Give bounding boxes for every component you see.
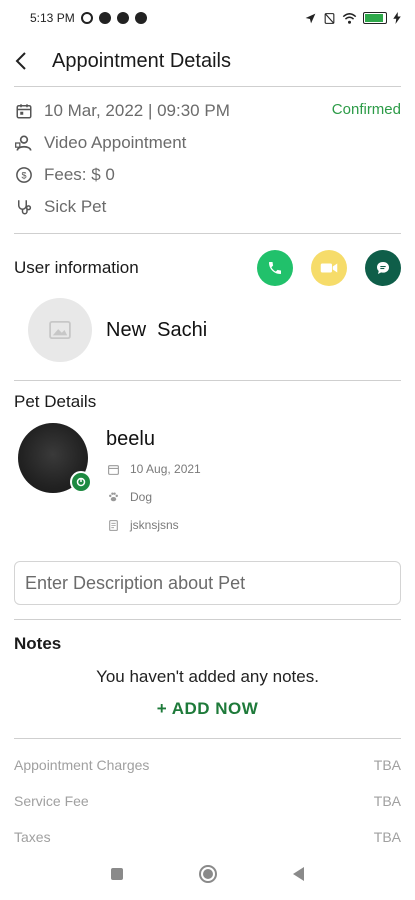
- pet-birthdate: 10 Aug, 2021: [130, 462, 201, 476]
- pet-species: Dog: [130, 490, 153, 504]
- contact-actions: [257, 250, 401, 286]
- charge-label: Service Fee: [14, 793, 89, 809]
- appointment-reason: Sick Pet: [44, 197, 107, 216]
- pet-breed-row: jsknsjsns: [106, 511, 201, 539]
- paw-icon: [106, 490, 120, 504]
- pet-details-title: Pet Details: [14, 392, 97, 411]
- pet-description-input[interactable]: [14, 561, 401, 605]
- app-notification-icon: [134, 12, 147, 24]
- chat-button[interactable]: [365, 250, 401, 286]
- charge-row: Appointment Charges TBA: [14, 747, 401, 783]
- status-left: 5:13 PM: [30, 11, 147, 25]
- charge-value: TBA: [373, 829, 401, 845]
- pet-details-section: Pet Details beelu 10 Aug, 2021 Dog jskns…: [0, 381, 415, 547]
- svg-text:$: $: [21, 170, 26, 180]
- appointment-summary: Confirmed 10 Mar, 2022 | 09:30 PM Video …: [0, 87, 415, 233]
- status-right: [304, 12, 401, 25]
- charge-value: TBA: [373, 793, 401, 809]
- pet-avatar-wrap: [18, 423, 92, 493]
- appointment-datetime: 10 Mar, 2022 | 09:30 PM: [44, 101, 230, 120]
- charge-row: Service Fee TBA: [14, 783, 401, 819]
- page-title: Appointment Details: [52, 49, 231, 72]
- video-call-button[interactable]: [311, 250, 347, 286]
- app-notification-icon: [116, 12, 129, 24]
- user-name: New Sachi: [106, 318, 208, 341]
- user-information-section: User information New Sachi: [0, 234, 415, 380]
- avatar: [28, 298, 92, 362]
- location-arrow-icon: [305, 13, 316, 23]
- pet-info: beelu 10 Aug, 2021 Dog jsknsjsns: [106, 423, 201, 539]
- charging-icon: [393, 12, 401, 24]
- user-information-header: User information: [14, 248, 401, 288]
- pet-birthdate-row: 10 Aug, 2021: [106, 455, 201, 483]
- status-time: 5:13 PM: [30, 11, 75, 25]
- appointment-reason-row: Sick Pet: [14, 191, 401, 223]
- document-icon: [106, 518, 120, 532]
- appointment-fees: Fees: $ 0: [44, 165, 115, 184]
- stethoscope-icon: [14, 197, 34, 217]
- phone-icon: [269, 262, 281, 274]
- pet-name: beelu: [106, 427, 155, 450]
- battery-icon: [363, 12, 387, 24]
- charge-value: TBA: [373, 757, 401, 773]
- status-badge: Confirmed: [331, 101, 401, 118]
- video-icon: [320, 263, 338, 273]
- user-row: New Sachi: [14, 288, 401, 372]
- notes-empty-message: You haven't added any notes.: [96, 667, 319, 686]
- back-button[interactable]: [14, 46, 40, 76]
- system-back-button[interactable]: [293, 867, 304, 881]
- appointment-fees-row: $ Fees: $ 0: [14, 159, 401, 191]
- add-note-button[interactable]: + ADD NOW: [14, 694, 401, 724]
- video-call-person-icon: [14, 133, 34, 153]
- pet-species-row: Dog: [106, 483, 201, 511]
- notes-title: Notes: [14, 634, 62, 653]
- recent-apps-button[interactable]: [111, 868, 123, 880]
- pet-row: beelu 10 Aug, 2021 Dog jsknsjsns: [14, 417, 401, 539]
- app-notification-icon: [98, 12, 111, 24]
- no-sim-icon: [324, 12, 335, 24]
- wifi-icon: [342, 12, 357, 24]
- appointment-type-row: Video Appointment: [14, 127, 401, 159]
- chevron-left-icon: [15, 52, 26, 70]
- pet-verified-badge-icon: [70, 471, 92, 493]
- charges-list: Appointment Charges TBA Service Fee TBA …: [0, 739, 415, 863]
- notes-section: Notes You haven't added any notes. + ADD…: [0, 620, 415, 738]
- settings-status-icon: [80, 12, 93, 24]
- charge-label: Taxes: [14, 829, 51, 845]
- system-nav-bar: [0, 848, 415, 900]
- status-bar: 5:13 PM: [0, 0, 415, 36]
- charge-label: Appointment Charges: [14, 757, 150, 773]
- home-button[interactable]: [199, 865, 217, 883]
- dollar-coin-icon: $: [14, 165, 34, 185]
- calendar-icon: [14, 101, 34, 121]
- pet-breed: jsknsjsns: [130, 518, 179, 532]
- image-placeholder-icon: [49, 321, 71, 339]
- app-header: Appointment Details: [0, 36, 415, 86]
- appointment-type: Video Appointment: [44, 133, 187, 152]
- chat-icon: [377, 262, 389, 274]
- call-button[interactable]: [257, 250, 293, 286]
- battery-fill: [365, 14, 383, 22]
- home-icon: [203, 869, 213, 879]
- user-information-title: User information: [14, 258, 139, 277]
- calendar-icon: [106, 462, 120, 476]
